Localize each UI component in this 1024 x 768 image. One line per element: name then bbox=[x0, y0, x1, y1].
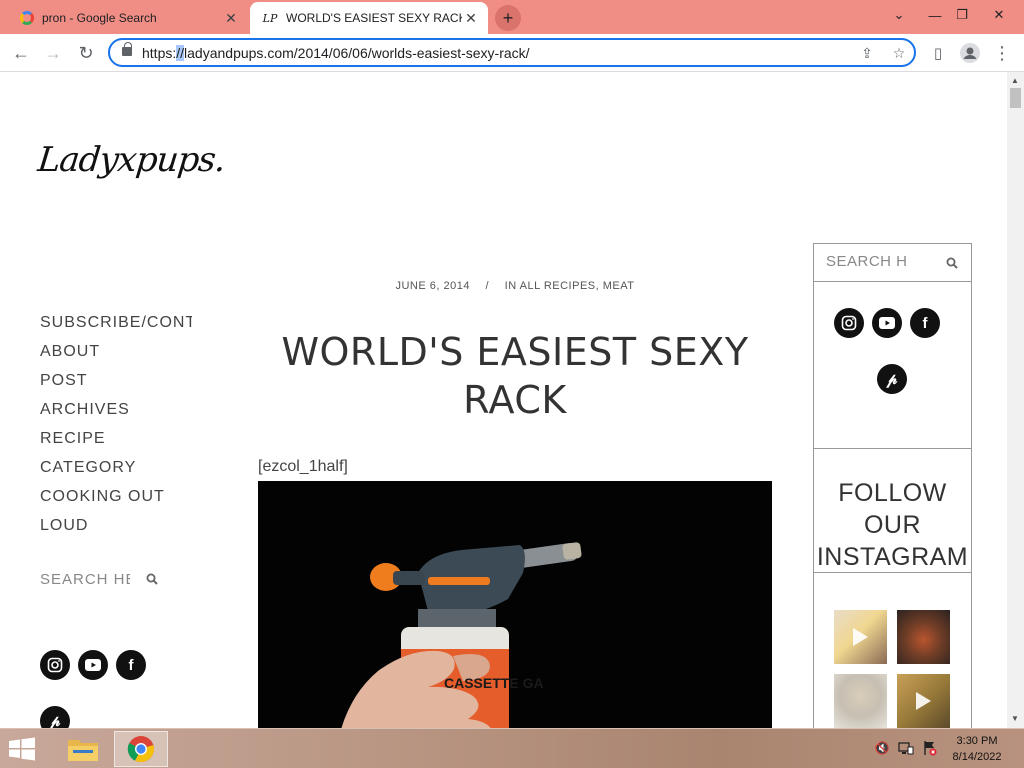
youtube-icon[interactable] bbox=[872, 308, 902, 338]
instagram-thumb[interactable] bbox=[834, 674, 887, 728]
network-icon[interactable] bbox=[897, 739, 915, 757]
close-icon[interactable]: ✕ bbox=[222, 9, 240, 27]
instagram-icon[interactable] bbox=[40, 650, 70, 680]
meta-in-label: IN bbox=[504, 280, 517, 292]
chrome-taskbar-icon[interactable] bbox=[114, 731, 168, 767]
bookmark-star-icon[interactable]: ☆ bbox=[890, 44, 908, 62]
browser-window: pron - Google Search ✕ 𝐿P WORLD'S EASIES… bbox=[0, 0, 1024, 728]
youtube-icon[interactable] bbox=[78, 650, 108, 680]
category-link-meat[interactable]: MEAT bbox=[603, 280, 635, 292]
browser-toolbar: ← → ↻ https://ladyandpups.com/2014/06/06… bbox=[0, 34, 1024, 72]
meta-separator: / bbox=[485, 280, 490, 292]
play-icon bbox=[916, 692, 931, 710]
instagram-thumb[interactable] bbox=[897, 674, 950, 728]
nav-item-cooking-out[interactable]: COOKING OUT bbox=[40, 487, 192, 516]
nav-item-archives[interactable]: ARCHIVES bbox=[40, 400, 192, 429]
address-bar[interactable]: https://ladyandpups.com/2014/06/06/world… bbox=[108, 38, 916, 67]
taskbar: 🔇 3:30 PM 8/14/2022 bbox=[0, 728, 1024, 768]
google-favicon-icon bbox=[20, 11, 34, 25]
left-navigation: SUBSCRIBE/CONTACT ABOUT POST ARCHIVES RE… bbox=[40, 313, 192, 545]
follow-line-2: OUR bbox=[863, 511, 922, 539]
tab-title: pron - Google Search bbox=[42, 11, 157, 25]
post-date: JUNE 6, 2014 bbox=[395, 280, 470, 292]
sidebar-social-links: f 𝓅 bbox=[814, 282, 971, 449]
profile-avatar[interactable] bbox=[957, 40, 983, 66]
scroll-up-icon[interactable]: ▲ bbox=[1011, 76, 1019, 85]
close-window-button[interactable]: ✕ bbox=[982, 0, 1016, 30]
follow-line-1: FOLLOW bbox=[838, 479, 947, 507]
instagram-icon[interactable] bbox=[834, 308, 864, 338]
search-placeholder: SEARCH HERE bbox=[40, 571, 130, 588]
sidebar-social-row2: 𝓅 bbox=[877, 364, 907, 394]
nav-item-loud[interactable]: LOUD bbox=[40, 516, 192, 545]
right-sidebar: SEARCH HERE f 𝓅 bbox=[813, 243, 972, 728]
tab-strip: pron - Google Search ✕ 𝐿P WORLD'S EASIES… bbox=[0, 0, 1024, 34]
left-search-input[interactable]: SEARCH HERE bbox=[40, 569, 172, 591]
left-social-links: f bbox=[40, 650, 146, 680]
search-placeholder: SEARCH HERE bbox=[826, 253, 908, 270]
nav-item-subscribe-contact[interactable]: SUBSCRIBE/CONTACT bbox=[40, 313, 192, 342]
tab-search-chevron-icon[interactable]: ⌄ bbox=[882, 0, 916, 30]
nav-item-recipe[interactable]: RECIPE bbox=[40, 429, 192, 458]
follow-line-3: INSTAGRAM bbox=[816, 543, 969, 571]
facebook-icon[interactable]: f bbox=[116, 650, 146, 680]
tab-google-search[interactable]: pron - Google Search ✕ bbox=[8, 2, 248, 34]
nav-item-about[interactable]: ABOUT bbox=[40, 342, 192, 371]
nav-item-category[interactable]: CATEGORY bbox=[40, 458, 192, 487]
nav-item-post[interactable]: POST bbox=[40, 371, 192, 400]
instagram-thumb[interactable] bbox=[897, 610, 950, 664]
clock-date: 8/14/2022 bbox=[952, 751, 1002, 763]
ladyandpups-favicon-icon: 𝐿P bbox=[262, 11, 278, 25]
sidebar-social-row1: f bbox=[834, 308, 940, 338]
web-page: Ladyxpups. SUBSCRIBE/CONTACT ABOUT POST … bbox=[0, 72, 1007, 728]
action-center-flag-icon[interactable] bbox=[921, 739, 939, 757]
instagram-thumb[interactable] bbox=[834, 610, 887, 664]
tab-title: WORLD'S EASIEST SEXY RACK – L bbox=[286, 11, 462, 25]
chrome-menu-icon[interactable]: ⋮ bbox=[989, 40, 1015, 66]
lock-icon[interactable] bbox=[122, 42, 132, 56]
hero-image: CASSETTE GA bbox=[258, 481, 772, 728]
shortcode-text: [ezcol_1half] bbox=[258, 458, 348, 475]
vertical-scrollbar[interactable]: ▲ ▼ bbox=[1007, 72, 1024, 728]
site-logo[interactable]: Ladyxpups. bbox=[36, 140, 227, 180]
url-text[interactable]: https://ladyandpups.com/2014/06/06/world… bbox=[142, 45, 530, 61]
category-link-all-recipes[interactable]: ALL RECIPES bbox=[520, 280, 596, 292]
clock-time: 3:30 PM bbox=[956, 735, 998, 747]
file-explorer-icon[interactable] bbox=[56, 731, 110, 767]
restore-button[interactable]: ❐ bbox=[945, 0, 979, 30]
sidebar-search-input[interactable]: SEARCH HERE bbox=[814, 243, 971, 282]
pinterest-icon[interactable]: 𝓅 bbox=[877, 364, 907, 394]
windows-start-button[interactable] bbox=[8, 737, 38, 761]
tab-ladyandpups[interactable]: 𝐿P WORLD'S EASIEST SEXY RACK – L ✕ bbox=[250, 2, 488, 34]
share-icon[interactable]: ⇪ bbox=[858, 44, 876, 62]
meta-comma: , bbox=[595, 280, 600, 292]
scroll-down-icon[interactable]: ▼ bbox=[1011, 714, 1019, 723]
post-title: WORLD'S EASIEST SEXY RACK bbox=[281, 330, 749, 422]
search-icon[interactable] bbox=[146, 572, 158, 590]
back-button[interactable]: ← bbox=[8, 40, 34, 66]
new-tab-button[interactable]: + bbox=[495, 5, 521, 31]
scrollbar-thumb[interactable] bbox=[1010, 88, 1021, 108]
side-panel-icon[interactable]: ▯ bbox=[925, 40, 951, 66]
pinterest-icon[interactable]: 𝓅 bbox=[40, 706, 70, 728]
post-meta: JUNE 6, 2014 / IN ALL RECIPES, MEAT bbox=[258, 280, 772, 292]
facebook-icon[interactable]: f bbox=[910, 308, 940, 338]
volume-muted-icon[interactable]: 🔇 bbox=[873, 739, 891, 757]
can-label: CASSETTE GA bbox=[444, 675, 544, 691]
left-social-links-row2: 𝓅 bbox=[40, 706, 70, 728]
forward-button[interactable]: → bbox=[40, 40, 66, 66]
follow-instagram-heading: FOLLOW OUR INSTAGRAM bbox=[814, 449, 971, 573]
play-icon bbox=[853, 628, 868, 646]
search-icon[interactable] bbox=[946, 256, 958, 274]
system-clock[interactable]: 3:30 PM 8/14/2022 bbox=[946, 733, 1008, 765]
close-icon[interactable]: ✕ bbox=[462, 9, 480, 27]
reload-button[interactable]: ↻ bbox=[73, 40, 99, 66]
